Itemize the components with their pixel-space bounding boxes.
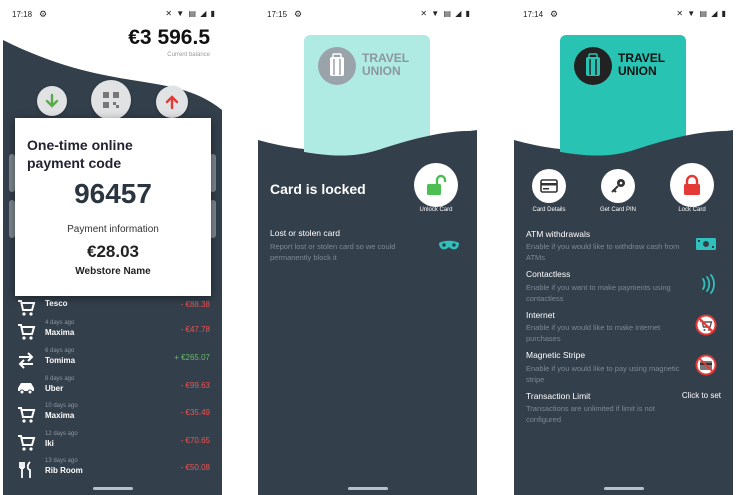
key-icon xyxy=(611,179,625,193)
tx-date: 4 days ago xyxy=(45,320,75,326)
qr-code-button[interactable] xyxy=(91,80,131,120)
tx-name: Rib Room xyxy=(45,466,83,475)
tx-name: Maxima xyxy=(45,411,75,420)
phone-locked-card-screen: 17:15 ⚙ ✕ ▼ ▤ ◢ ▮ TRAVEL UNION Card is l… xyxy=(258,0,477,495)
cart-icon xyxy=(18,300,36,316)
restaurant-icon xyxy=(19,461,31,478)
tx-name: Uber xyxy=(45,384,64,393)
internet-title: Internet xyxy=(526,310,555,320)
car-icon xyxy=(18,383,34,395)
cash-icon[interactable] xyxy=(695,233,717,255)
settings-gear-icon: ⚙ xyxy=(39,9,48,19)
internet-description: Enable if you would like to make interne… xyxy=(526,323,661,343)
lock-card-label: Lock Card xyxy=(678,207,706,213)
tx-name: Tomima xyxy=(45,356,76,365)
table-row[interactable]: 13 days ago Rib Room - €50.08 xyxy=(3,456,222,483)
unlock-icon xyxy=(427,174,447,195)
phone-card-settings-screen: 17:14 ⚙ ✕ ▼ ▤ ◢ ▮ TRAVEL UNION Card Deta… xyxy=(514,0,733,495)
tx-amount: - €50.08 xyxy=(180,463,210,472)
dialog-title: One-time online payment code xyxy=(27,137,133,171)
cart-icon xyxy=(18,435,36,451)
contactless-icon[interactable] xyxy=(695,273,717,295)
tx-amount: - €47.78 xyxy=(180,325,210,334)
send-button[interactable] xyxy=(156,86,188,118)
tx-amount: - €70.65 xyxy=(180,436,210,445)
payment-info-label: Payment information xyxy=(67,224,159,235)
table-row[interactable]: 4 days ago Maxima - €47.78 xyxy=(3,318,222,345)
arrow-down-icon xyxy=(45,93,59,108)
arrow-up-icon xyxy=(165,95,179,110)
mask-icon[interactable] xyxy=(438,235,460,257)
tx-date: 13 days ago xyxy=(45,458,78,464)
lock-card-button[interactable] xyxy=(670,163,714,207)
atm-withdrawals-title: ATM withdrawals xyxy=(526,229,591,239)
status-icons: ✕ ▼ ▤ ◢ ▮ xyxy=(165,9,216,18)
lost-card-description: Report lost or stolen card so we could p… xyxy=(270,242,396,262)
tx-date: 10 days ago xyxy=(45,403,78,409)
transfer-icon xyxy=(18,352,34,369)
tx-date: 6 days ago xyxy=(45,348,75,354)
contactless-title: Contactless xyxy=(526,269,571,279)
tx-amount: + €265.07 xyxy=(174,353,210,362)
unlock-card-label: Unlock Card xyxy=(419,207,453,213)
get-card-pin-label: Get Card PIN xyxy=(599,207,636,213)
card-details-label: Card Details xyxy=(532,207,566,213)
cart-icon xyxy=(18,407,36,423)
qr-code-icon xyxy=(103,92,119,108)
receive-button[interactable] xyxy=(37,86,67,116)
stripe-card-icon[interactable] xyxy=(695,354,717,376)
tx-amount: - €99.63 xyxy=(180,381,210,390)
lock-icon xyxy=(684,174,700,195)
payment-amount: €28.03 xyxy=(87,242,139,261)
balance-label: Current balance xyxy=(167,52,210,58)
cart-icon xyxy=(18,324,36,340)
table-row[interactable]: Tesco - €88.38 xyxy=(3,294,222,321)
tx-name: Iki xyxy=(45,439,54,448)
transaction-limit-description: Transactions are unlimited if limit is n… xyxy=(526,404,655,424)
merchant-name: Webstore Name xyxy=(75,266,151,277)
tx-name: Maxima xyxy=(45,328,75,337)
tx-date: 12 days ago xyxy=(45,431,78,437)
table-row[interactable]: 8 days ago Uber - €99.63 xyxy=(3,374,222,401)
magnetic-stripe-description: Enable if you would like to pay using ma… xyxy=(526,364,680,384)
tx-amount: - €88.38 xyxy=(180,300,210,309)
tx-name: Tesco xyxy=(45,299,68,308)
gesture-bar[interactable] xyxy=(92,487,133,490)
table-row[interactable]: 12 days ago Iki - €70.65 xyxy=(3,429,222,456)
gesture-bar[interactable] xyxy=(603,487,644,490)
lost-card-title[interactable]: Lost or stolen card xyxy=(270,228,340,238)
card-icon xyxy=(540,179,558,193)
gesture-bar[interactable] xyxy=(347,487,388,490)
table-row[interactable]: 10 days ago Maxima - €35.49 xyxy=(3,401,222,428)
balance-amount: €3 596.5 xyxy=(128,26,210,49)
atm-withdrawals-description: Enable if you would like to withdraw cas… xyxy=(526,242,680,262)
status-time: 17:18 xyxy=(12,10,33,19)
magnetic-stripe-title: Magnetic Stripe xyxy=(526,350,586,360)
transaction-limit-set-link[interactable]: Click to set xyxy=(682,391,721,400)
unlock-card-button[interactable] xyxy=(414,163,458,207)
card-details-button[interactable] xyxy=(532,169,566,203)
transaction-limit-title: Transaction Limit xyxy=(526,391,591,401)
contactless-description: Enable if you want to make payments usin… xyxy=(526,283,671,303)
tx-amount: - €35.49 xyxy=(180,408,210,417)
card-locked-title: Card is locked xyxy=(270,181,366,197)
no-cart-icon[interactable] xyxy=(695,314,717,336)
payment-code: 96457 xyxy=(74,178,152,209)
payment-code-dialog[interactable]: One-time online payment code 96457 Payme… xyxy=(15,118,211,296)
tx-date: 8 days ago xyxy=(45,376,75,382)
get-card-pin-button[interactable] xyxy=(601,169,635,203)
table-row[interactable]: 6 days ago Tomima + €265.07 xyxy=(3,346,222,373)
phone-transactions-screen: 17:18 ⚙ ✕ ▼ ▤ ◢ ▮ €3 596.5 Current balan… xyxy=(3,0,222,495)
